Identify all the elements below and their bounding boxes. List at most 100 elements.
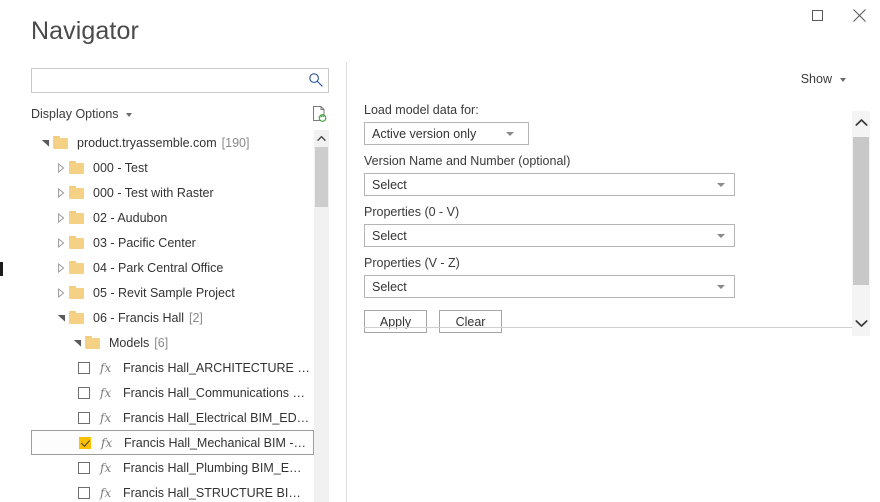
tree-item-row[interactable]: fx Francis Hall_Communications BIM_E... (31, 380, 314, 405)
tree-folder-row[interactable]: 05 - Revit Sample Project (31, 280, 314, 305)
chevron-down-icon (717, 233, 725, 238)
properties-v-z-dropdown[interactable]: Select (364, 275, 735, 298)
tree-row-label: Francis Hall_ARCHITECTURE BIM_20... (123, 360, 310, 375)
triangle-right-icon[interactable] (53, 187, 69, 198)
tree-row-label: 05 - Revit Sample Project (93, 285, 235, 300)
folder-icon (85, 336, 101, 349)
tree-item-row[interactable]: fx Francis Hall_ARCHITECTURE BIM_20... (31, 355, 314, 380)
fx-icon: fx (100, 385, 112, 400)
tree-row-label: Francis Hall_Plumbing BIM_EDDIE (123, 460, 310, 475)
chevron-down-icon (125, 113, 132, 117)
right-scroll-up-button[interactable] (852, 111, 870, 135)
load-options-form: Load model data for: Active version only V… (364, 102, 736, 333)
refresh-document-icon[interactable] (311, 105, 327, 127)
apply-button[interactable]: Apply (364, 310, 427, 333)
tree-folder-row[interactable]: Models [6] (31, 330, 314, 355)
triangle-right-icon[interactable] (53, 212, 69, 223)
tree-folder-row[interactable]: 000 - Test with Raster (31, 180, 314, 205)
chevron-down-icon (717, 284, 725, 289)
triangle-down-icon[interactable] (69, 338, 85, 347)
tree-folder-row[interactable]: 06 - Francis Hall [2] (31, 305, 314, 330)
tree-item-row[interactable]: fx Francis Hall_STRUCTURE BIM_ EDDIE (31, 480, 314, 502)
folder-icon (69, 311, 85, 324)
panel-divider (346, 62, 347, 502)
tree-item-row[interactable]: fx Francis Hall_Plumbing BIM_EDDIE (31, 455, 314, 480)
field-group-version-name-and-number: Version Name and Number (optional) Select (364, 153, 736, 196)
right-panel: Show Load model data for: Active version … (364, 62, 880, 502)
tree-row-label: Francis Hall_Mechanical BIM - SCHE... (124, 435, 309, 450)
folder-icon (69, 236, 85, 249)
window-edge-artifact (0, 262, 3, 276)
model-tree: product.tryassemble.com [190] 000 - Test 00… (31, 130, 314, 502)
left-panel: Display Options product.tryassemble.com [… (31, 68, 331, 502)
folder-icon (53, 136, 69, 149)
tree-folder-row[interactable]: 000 - Test (31, 155, 314, 180)
chevron-up-icon (317, 130, 326, 147)
triangle-right-icon[interactable] (53, 162, 69, 173)
dropdown-value: Select (372, 177, 407, 192)
form-button-row: Apply Clear (364, 310, 736, 333)
search-box[interactable] (31, 68, 329, 93)
model-checkbox[interactable] (78, 411, 90, 424)
field-group-load-model-data-for: Load model data for: Active version only (364, 102, 736, 145)
tree-folder-row[interactable]: product.tryassemble.com [190] (31, 130, 314, 155)
tree-row-label: 02 - Audubon (93, 210, 168, 225)
load-model-data-for-dropdown[interactable]: Active version only (364, 122, 529, 145)
dropdown-value: Active version only (372, 126, 477, 141)
tree-row-label: 03 - Pacific Center (93, 235, 196, 250)
field-label: Load model data for: (364, 103, 479, 117)
version-name-and-number-dropdown[interactable]: Select (364, 173, 735, 196)
model-checkbox[interactable] (78, 361, 90, 374)
right-scroll-down-button[interactable] (852, 312, 870, 336)
right-scrollbar[interactable] (852, 111, 870, 336)
display-options-button[interactable]: Display Options (31, 104, 132, 124)
tree-row-count: [6] (154, 335, 169, 350)
tree-folder-row[interactable]: 03 - Pacific Center (31, 230, 314, 255)
clear-button[interactable]: Clear (439, 310, 502, 333)
triangle-right-icon[interactable] (53, 262, 69, 273)
tree-scrollbar[interactable] (314, 130, 329, 502)
tree-scroll-up-button[interactable] (314, 130, 329, 146)
folder-icon (69, 261, 85, 274)
chevron-down-icon (840, 78, 846, 82)
fx-icon: fx (100, 410, 112, 425)
tree-row-label: 000 - Test (93, 160, 148, 175)
tree-row-label: 000 - Test with Raster (93, 185, 214, 200)
search-input[interactable] (32, 69, 300, 92)
fx-icon: fx (100, 460, 112, 475)
tree-row-label: Models (109, 335, 150, 350)
tree-item-row[interactable]: fx Francis Hall_Mechanical BIM - SCHE... (31, 430, 314, 455)
tree-folder-row[interactable]: 02 - Audubon (31, 205, 314, 230)
tree-row-count: [2] (189, 310, 203, 325)
maximize-icon (811, 9, 823, 21)
tree-folder-row[interactable]: 04 - Park Central Office (31, 255, 314, 280)
properties-0-v-dropdown[interactable]: Select (364, 224, 735, 247)
chevron-down-icon (506, 131, 514, 136)
tree-item-row[interactable]: fx Francis Hall_Electrical BIM_EDDIE (31, 405, 314, 430)
maximize-button[interactable] (796, 0, 838, 30)
close-icon (852, 8, 866, 22)
folder-icon (69, 211, 85, 224)
dropdown-value: Select (372, 279, 407, 294)
model-checkbox[interactable] (78, 461, 90, 474)
chevron-up-icon (854, 114, 868, 132)
triangle-down-icon[interactable] (53, 313, 69, 322)
field-label: Version Name and Number (optional) (364, 154, 571, 168)
field-group-properties-0-v: Properties (0 - V) Select (364, 204, 736, 247)
triangle-down-icon[interactable] (37, 138, 53, 147)
right-scrollbar-thumb[interactable] (853, 137, 869, 285)
tree-row-label: Francis Hall_Electrical BIM_EDDIE (123, 410, 310, 425)
triangle-right-icon[interactable] (53, 287, 69, 298)
triangle-right-icon[interactable] (53, 237, 69, 248)
tree-scrollbar-thumb[interactable] (315, 147, 328, 207)
model-checkbox[interactable] (79, 436, 91, 449)
field-label: Properties (V - Z) (364, 256, 460, 270)
show-button[interactable]: Show (801, 72, 846, 86)
fx-icon: fx (100, 485, 112, 500)
close-button[interactable] (838, 0, 880, 30)
folder-icon (69, 161, 85, 174)
model-checkbox[interactable] (78, 486, 90, 499)
search-icon[interactable] (308, 72, 323, 92)
model-checkbox[interactable] (78, 386, 90, 399)
tree-scroll-region: product.tryassemble.com [190] 000 - Test 00… (31, 130, 329, 502)
